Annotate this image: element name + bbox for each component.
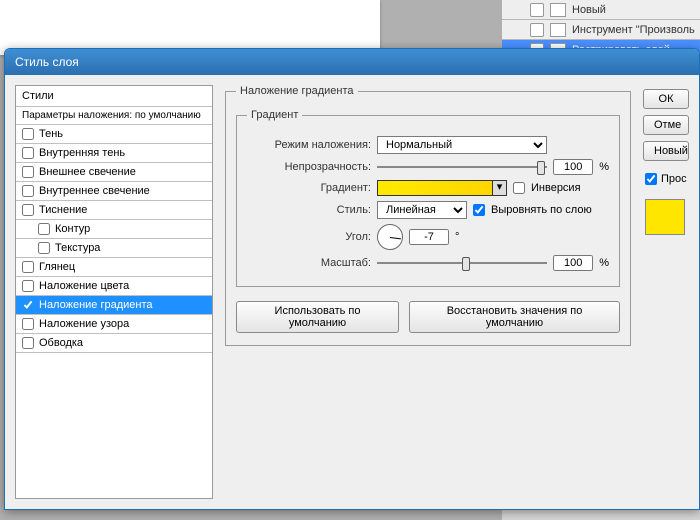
style-outer-glow[interactable]: Внешнее свечение [16,163,212,182]
style-checkbox[interactable] [22,299,34,311]
style-checkbox[interactable] [38,223,50,235]
preview-swatch [645,199,685,235]
dialog-buttons-column: ОК Отме Новый ст Прос [643,85,689,499]
style-label: Стиль: [247,204,371,216]
reset-default-button[interactable]: Восстановить значения по умолчанию [409,301,620,333]
group-title: Наложение градиента [236,85,358,97]
layer-style-dialog: Стиль слоя Стили Параметры наложения: по… [4,48,700,510]
angle-dial[interactable] [377,224,403,250]
dialog-title[interactable]: Стиль слоя [5,49,699,75]
invert-label: Инверсия [531,182,581,194]
style-checkbox[interactable] [22,185,34,197]
subgroup-title: Градиент [247,109,302,121]
style-checkbox[interactable] [22,337,34,349]
style-inner-glow[interactable]: Внутреннее свечение [16,182,212,201]
preview-checkbox[interactable] [645,173,657,185]
gradient-subgroup: Градиент Режим наложения: Нормальный Неп… [236,109,620,287]
degree-label: ° [455,231,459,243]
new-style-button[interactable]: Новый ст [643,141,689,161]
preview-label: Прос [661,173,687,185]
blending-options-header[interactable]: Параметры наложения: по умолчанию [16,107,212,125]
style-inner-shadow[interactable]: Внутренняя тень [16,144,212,163]
layer-row[interactable]: Инструмент "Произволь [502,20,700,40]
settings-column: Наложение градиента Градиент Режим налож… [225,85,631,499]
ok-button[interactable]: ОК [643,89,689,109]
make-default-button[interactable]: Использовать по умолчанию [236,301,399,333]
style-texture[interactable]: Текстура [16,239,212,258]
style-checkbox[interactable] [22,204,34,216]
gradient-overlay-group: Наложение градиента Градиент Режим налож… [225,85,631,346]
style-checkbox[interactable] [22,318,34,330]
layer-label: Новый [572,4,606,16]
style-gradient-overlay[interactable]: Наложение градиента [16,296,212,315]
styles-list: Стили Параметры наложения: по умолчанию … [15,85,213,499]
style-checkbox[interactable] [22,280,34,292]
align-label: Выровнять по слою [491,204,592,216]
scale-label: Масштаб: [247,257,371,269]
layer-label: Инструмент "Произволь [572,24,695,36]
style-checkbox[interactable] [22,261,34,273]
gradient-label: Градиент: [247,182,371,194]
layer-thumb [550,3,566,17]
cancel-button[interactable]: Отме [643,115,689,135]
chevron-down-icon[interactable]: ▾ [492,181,506,195]
style-checkbox[interactable] [22,147,34,159]
style-stroke[interactable]: Обводка [16,334,212,353]
document-canvas [0,0,380,55]
visibility-icon[interactable] [530,23,544,37]
style-checkbox[interactable] [38,242,50,254]
visibility-icon[interactable] [530,3,544,17]
scale-slider[interactable] [377,255,547,271]
layer-row[interactable]: Новый [502,0,700,20]
scale-input[interactable] [553,255,593,271]
percent-label: % [599,161,609,173]
align-checkbox[interactable] [473,204,485,216]
invert-checkbox[interactable] [513,182,525,194]
percent-label: % [599,257,609,269]
angle-label: Угол: [247,231,371,243]
blend-mode-label: Режим наложения: [247,139,371,151]
style-satin[interactable]: Глянец [16,258,212,277]
angle-input[interactable] [409,229,449,245]
gradient-style-select[interactable]: Линейная [377,201,467,219]
style-drop-shadow[interactable]: Тень [16,125,212,144]
opacity-slider[interactable] [377,159,547,175]
style-color-overlay[interactable]: Наложение цвета [16,277,212,296]
style-checkbox[interactable] [22,166,34,178]
gradient-swatch[interactable]: ▾ [377,180,507,196]
style-pattern-overlay[interactable]: Наложение узора [16,315,212,334]
opacity-label: Непрозрачность: [247,161,371,173]
style-contour[interactable]: Контур [16,220,212,239]
style-bevel[interactable]: Тиснение [16,201,212,220]
styles-header[interactable]: Стили [16,86,212,107]
layer-thumb [550,23,566,37]
styles-column: Стили Параметры наложения: по умолчанию … [15,85,213,499]
preview-toggle[interactable]: Прос [645,173,689,185]
style-checkbox[interactable] [22,128,34,140]
blend-mode-select[interactable]: Нормальный [377,136,547,154]
opacity-input[interactable] [553,159,593,175]
